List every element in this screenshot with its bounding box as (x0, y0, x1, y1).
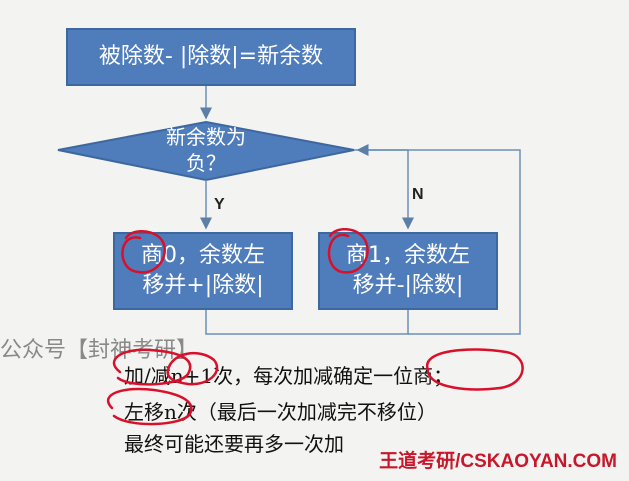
loop-bottom (205, 310, 409, 335)
note-line-1: 加/减n+1次，每次加减确定一位商； (124, 364, 454, 388)
arrow-no (354, 149, 414, 230)
brand-footer: 王道考研/CSKAOYAN.COM (379, 451, 617, 472)
no-box-line1: 商1，余数左 (346, 243, 470, 268)
yes-action-box: 商0，余数左 移并+|除数| (113, 232, 293, 310)
note-line-2: 左移n次（最后一次加减完不移位） (124, 400, 437, 424)
decision-text-line2: 负？ (186, 151, 226, 175)
yes-box-line2: 移并+|除数| (142, 273, 264, 298)
yes-box-line1: 商0，余数左 (141, 243, 265, 268)
start-box-text: 被除数- |除数|=新余数 (98, 44, 324, 69)
start-box: 被除数- |除数|=新余数 (66, 28, 356, 86)
no-label: N (412, 186, 424, 203)
no-box-line2: 移并-|除数| (352, 273, 464, 298)
note-line-3: 最终可能还要再多一次加 (124, 432, 344, 456)
yes-label: Y (214, 196, 225, 213)
no-action-box: 商1，余数左 移并-|除数| (318, 232, 498, 310)
decision-text-line1: 新余数为 (166, 125, 246, 149)
